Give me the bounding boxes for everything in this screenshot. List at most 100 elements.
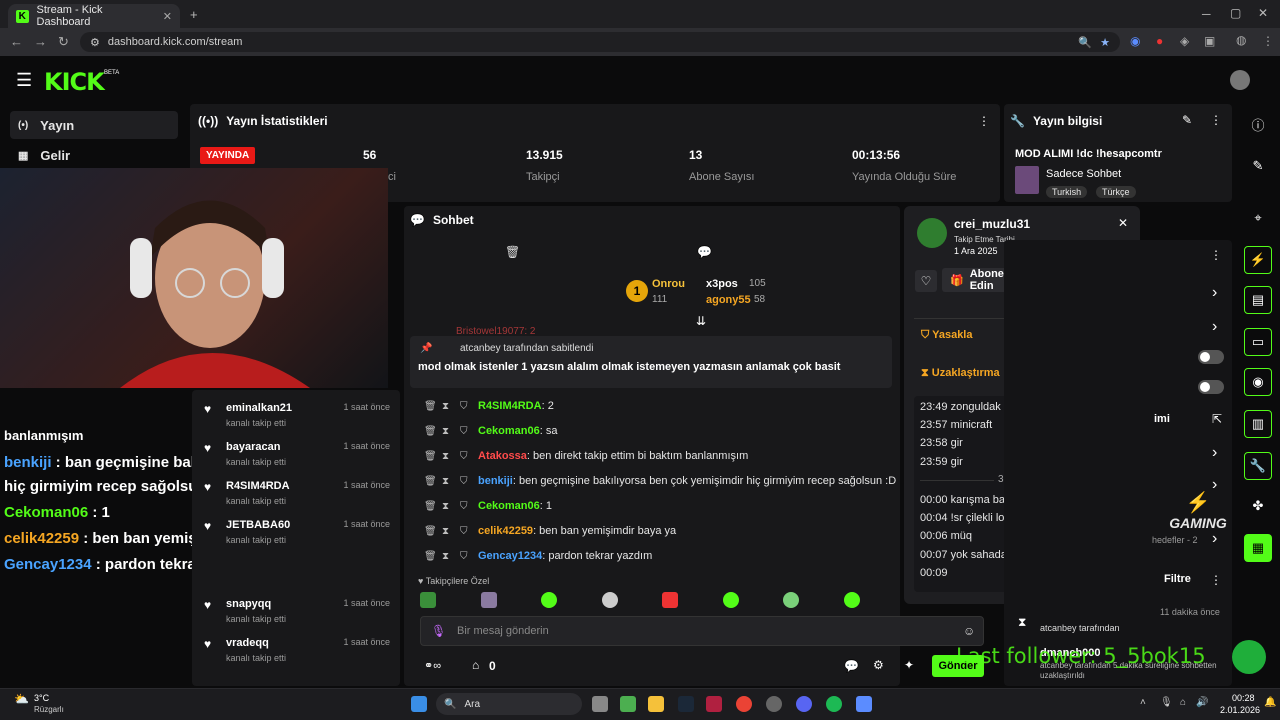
document-icon[interactable]: ▤ — [1244, 286, 1272, 314]
list-item[interactable]: ♥ R4SIM4RDA kanalı takip etti 1 saat önce — [200, 480, 390, 518]
emote-icon[interactable] — [420, 592, 436, 608]
wrench-icon[interactable]: 🔧 — [1244, 452, 1272, 480]
emote-icon[interactable] — [722, 592, 739, 608]
info-icon[interactable]: ⓘ — [1244, 110, 1272, 138]
chevron-right-icon[interactable]: › — [1212, 284, 1217, 302]
discord-icon[interactable] — [796, 696, 812, 712]
gift-icon[interactable]: ⌂ — [472, 658, 479, 672]
close-window-icon[interactable]: ✕ — [1258, 6, 1268, 20]
bookmark-star-icon[interactable]: ★ — [1100, 36, 1110, 49]
menu-dots-icon[interactable]: ⋮ — [1262, 34, 1274, 48]
close-tab-icon[interactable]: ✕ — [163, 10, 172, 23]
lightning-icon[interactable]: ⚡ — [1244, 246, 1272, 274]
top-user-name[interactable]: x3pos — [706, 278, 738, 290]
toggle[interactable] — [1198, 350, 1224, 364]
info-more-icon[interactable]: ⋮ — [1210, 113, 1222, 127]
edit-icon[interactable]: ✎ — [1244, 152, 1272, 180]
shield-icon[interactable]: ◈ — [1180, 34, 1189, 48]
emote-icon[interactable] — [480, 592, 497, 608]
network-icon[interactable]: ⌂ — [1180, 697, 1186, 708]
extension-icon[interactable]: ◉ — [1130, 34, 1140, 48]
kick-logo[interactable]: KICK — [44, 68, 105, 96]
volume-icon[interactable]: 🔊 — [1196, 697, 1208, 708]
toggle[interactable] — [1198, 380, 1224, 394]
avatar[interactable] — [1230, 70, 1250, 90]
chat-message[interactable]: 🗑 ⧗ ⛉ R4SIM4RDA: 2 — [424, 400, 554, 412]
tray-chevron-icon[interactable]: ˄ — [1140, 697, 1146, 708]
chat-icon[interactable]: ▭ — [1244, 328, 1272, 356]
sidebar-item-yayin[interactable]: (•) Yayın — [10, 111, 178, 139]
filter-label[interactable]: Filtre — [1164, 573, 1191, 585]
emoji-icon[interactable]: ☺ — [963, 624, 975, 638]
sidebar-item-gelir[interactable]: ▦ Gelir — [10, 141, 178, 169]
gear-icon[interactable]: ⚙ — [873, 658, 884, 672]
printer-icon[interactable]: ▥ — [1244, 410, 1272, 438]
apps-icon[interactable]: ✤ — [1244, 492, 1272, 520]
extension-icon[interactable]: ● — [1156, 34, 1163, 48]
chat-bubble-icon[interactable]: 💬 — [844, 659, 859, 673]
settings-icon[interactable]: ✦ — [904, 658, 914, 672]
add-widget-icon[interactable]: ▦ — [1244, 534, 1272, 562]
app-icon[interactable] — [856, 696, 872, 712]
forward-icon[interactable]: → — [34, 34, 47, 49]
url-input[interactable]: ⚙ dashboard.kick.com/stream 🔍 ★ — [80, 32, 1120, 52]
notification-icon[interactable]: 🔔 — [1264, 697, 1276, 708]
chat-message[interactable]: 🗑 ⧗ ⛉ Cekoman06: sa — [424, 425, 558, 437]
steam-icon[interactable] — [678, 696, 694, 712]
external-link-icon[interactable]: ⇱ — [1212, 412, 1222, 426]
chat-message[interactable]: 🗑 ⧗ ⛉ benkiji: ben geçmişine bakılıyorsa be… — [424, 475, 896, 487]
chevron-right-icon[interactable]: › — [1212, 318, 1217, 336]
list-item[interactable]: ♥ eminalkan21 kanalı takip etti 1 saat önce — [200, 402, 390, 440]
link-icon[interactable]: ⚭∞ — [424, 659, 441, 672]
emote-icon[interactable] — [843, 592, 860, 608]
hamburger-menu-icon[interactable]: ☰ — [16, 70, 32, 91]
clock-date[interactable]: 2.01.2026 — [1220, 705, 1260, 715]
chat-message[interactable]: 🗑 ⧗ ⛉ celik42259: ben ban yemişimdir baya y… — [424, 525, 676, 537]
reload-icon[interactable]: ↻ — [58, 34, 69, 50]
list-item[interactable]: ♥ snapyqq kanalı takip etti 1 saat önce — [200, 598, 390, 636]
close-icon[interactable]: ✕ — [1118, 216, 1128, 230]
user-card-username[interactable]: crei_muzlu31 — [954, 217, 1030, 231]
emote-icon[interactable] — [601, 592, 618, 608]
collapse-icon[interactable]: ⇊ — [696, 314, 706, 328]
maximize-icon[interactable]: ▢ — [1230, 6, 1241, 20]
taskbar-search[interactable]: 🔍 Ara — [436, 693, 582, 715]
tag[interactable]: Türkçe — [1096, 186, 1136, 198]
back-icon[interactable]: ← — [10, 34, 23, 49]
top-user-name[interactable]: agony55 — [706, 294, 751, 306]
list-item[interactable]: ♥ JETBABA60 kanalı takip etti 1 saat önce — [200, 519, 390, 557]
emote-icon[interactable] — [783, 592, 800, 608]
broadcast-icon[interactable]: ◉ — [1244, 368, 1272, 396]
app-icon[interactable] — [766, 696, 782, 712]
filter-more-icon[interactable]: ⋮ — [1210, 573, 1222, 587]
clock-time[interactable]: 00:28 — [1232, 693, 1255, 703]
panel-more-icon[interactable]: ⋮ — [1210, 248, 1222, 262]
list-item[interactable]: ♥ vradeqq kanalı takip etti 1 saat önce — [200, 637, 390, 675]
spotify-icon[interactable] — [826, 696, 842, 712]
emote-icon[interactable] — [662, 592, 679, 608]
folder-icon[interactable] — [648, 696, 664, 712]
chat-input[interactable]: 🎙 Bir mesaj gönderin ☺ — [420, 616, 984, 646]
chevron-right-icon[interactable]: › — [1212, 530, 1217, 548]
windows-start-icon[interactable] — [411, 696, 427, 712]
edit-pencil-icon[interactable]: ✎ — [1182, 113, 1192, 127]
minecraft-icon[interactable] — [620, 696, 636, 712]
chat-message[interactable]: 🗑 ⧗ ⛉ Cekoman06: 1 — [424, 500, 552, 512]
task-view-icon[interactable] — [592, 696, 608, 712]
follow-heart-button[interactable]: ♡ — [915, 270, 937, 292]
category-name[interactable]: Sadece Sohbet — [1046, 168, 1121, 180]
stats-more-icon[interactable]: ⋮ — [978, 114, 990, 128]
capture-icon[interactable]: ⌖ — [1244, 204, 1272, 232]
chrome-icon[interactable] — [736, 696, 752, 712]
chat-bubble-icon[interactable]: 💬 — [697, 245, 712, 259]
chat-message[interactable]: 🗑 ⧗ ⛉ Gencay1234: pardon tekrar yazdım — [424, 550, 652, 562]
minimize-icon[interactable]: ─ — [1202, 7, 1211, 21]
trash-icon[interactable]: 🗑 — [505, 245, 520, 259]
mic-icon[interactable]: 🎙 — [431, 624, 446, 638]
mic-icon[interactable]: 🎙 — [1160, 697, 1173, 708]
new-tab-icon[interactable]: + — [190, 7, 198, 22]
site-info-icon[interactable]: ⚙ — [90, 36, 100, 49]
profile-icon[interactable]: ◍ — [1236, 33, 1246, 47]
top-user-name[interactable]: Onrou — [652, 278, 685, 290]
browser-tab[interactable]: K Stream - Kick Dashboard ✕ — [8, 4, 180, 28]
